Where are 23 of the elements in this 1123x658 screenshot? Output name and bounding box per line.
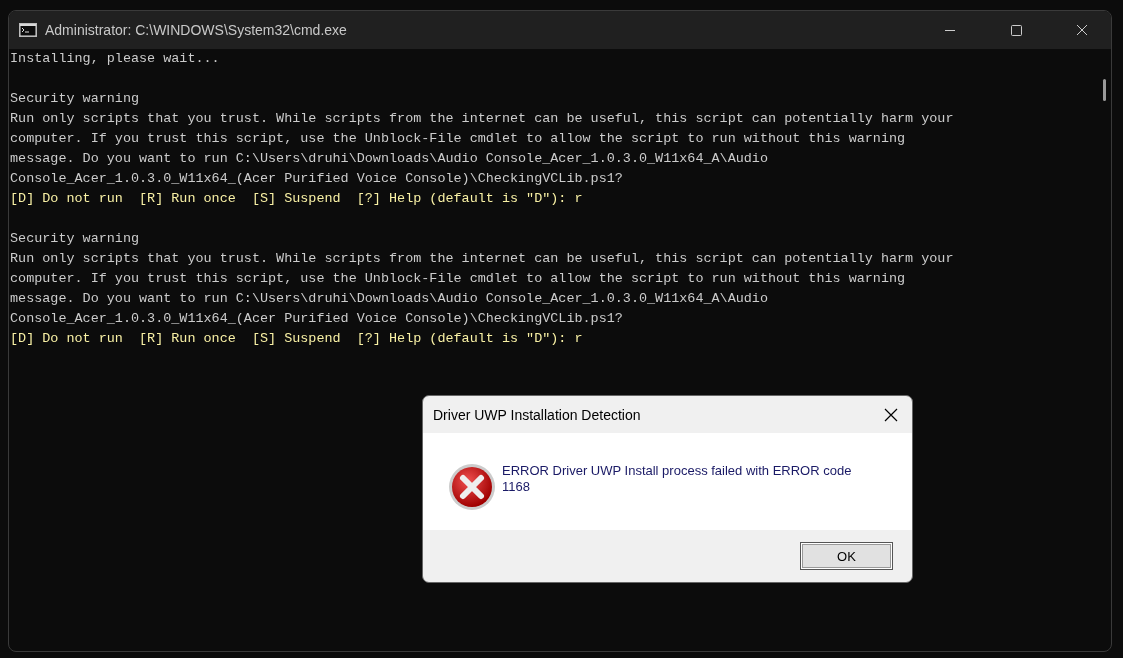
scrollbar-thumb[interactable] xyxy=(1103,79,1106,101)
console-output-line: Installing, please wait... xyxy=(10,50,221,68)
console-output-line: message. Do you want to run C:\Users\druhi\Downloads\Audio Console_Acer_1.0.3.0_W11x64_A\Audio xyxy=(10,290,769,308)
ok-button[interactable]: OK xyxy=(800,542,893,570)
console-prompt-line: [D] Do not run [R] Run once [S] Suspend [?] Help (default is "D"): r xyxy=(10,330,584,348)
console-output-line: Run only scripts that you trust. While scripts from the internet can be useful, this script can potentially harm your xyxy=(10,250,955,268)
maximize-icon xyxy=(1010,24,1022,36)
error-message: ERROR Driver UWP Install process failed with ERROR code 1168 xyxy=(502,463,853,495)
console-output-line: Security warning xyxy=(10,90,141,108)
console-output-line: Security warning xyxy=(10,230,141,248)
error-icon xyxy=(448,463,496,511)
terminal-icon xyxy=(19,23,37,37)
console-output-line: Run only scripts that you trust. While scripts from the internet can be useful, this script can potentially harm your xyxy=(10,110,955,128)
console-output-line: computer. If you trust this script, use the Unblock-File cmdlet to allow the script to run without this warning xyxy=(10,270,907,288)
console-output-line: message. Do you want to run C:\Users\druhi\Downloads\Audio Console_Acer_1.0.3.0_W11x64_A\Audio xyxy=(10,150,769,168)
console-output-line: Console_Acer_1.0.3.0_W11x64_(Acer Purified Voice Console)\CheckingVCLib.ps1? xyxy=(10,170,624,188)
console-output-line: Console_Acer_1.0.3.0_W11x64_(Acer Purified Voice Console)\CheckingVCLib.ps1? xyxy=(10,310,624,328)
close-icon xyxy=(1076,24,1088,36)
console-prompt-line: [D] Do not run [R] Run once [S] Suspend [?] Help (default is "D"): r xyxy=(10,190,584,208)
dialog-title: Driver UWP Installation Detection xyxy=(433,406,642,423)
close-icon xyxy=(884,407,898,422)
console-output-line: computer. If you trust this script, use the Unblock-File cmdlet to allow the script to run without this warning xyxy=(10,130,907,148)
window-title: Administrator: C:\WINDOWS\System32\cmd.exe xyxy=(45,22,348,38)
